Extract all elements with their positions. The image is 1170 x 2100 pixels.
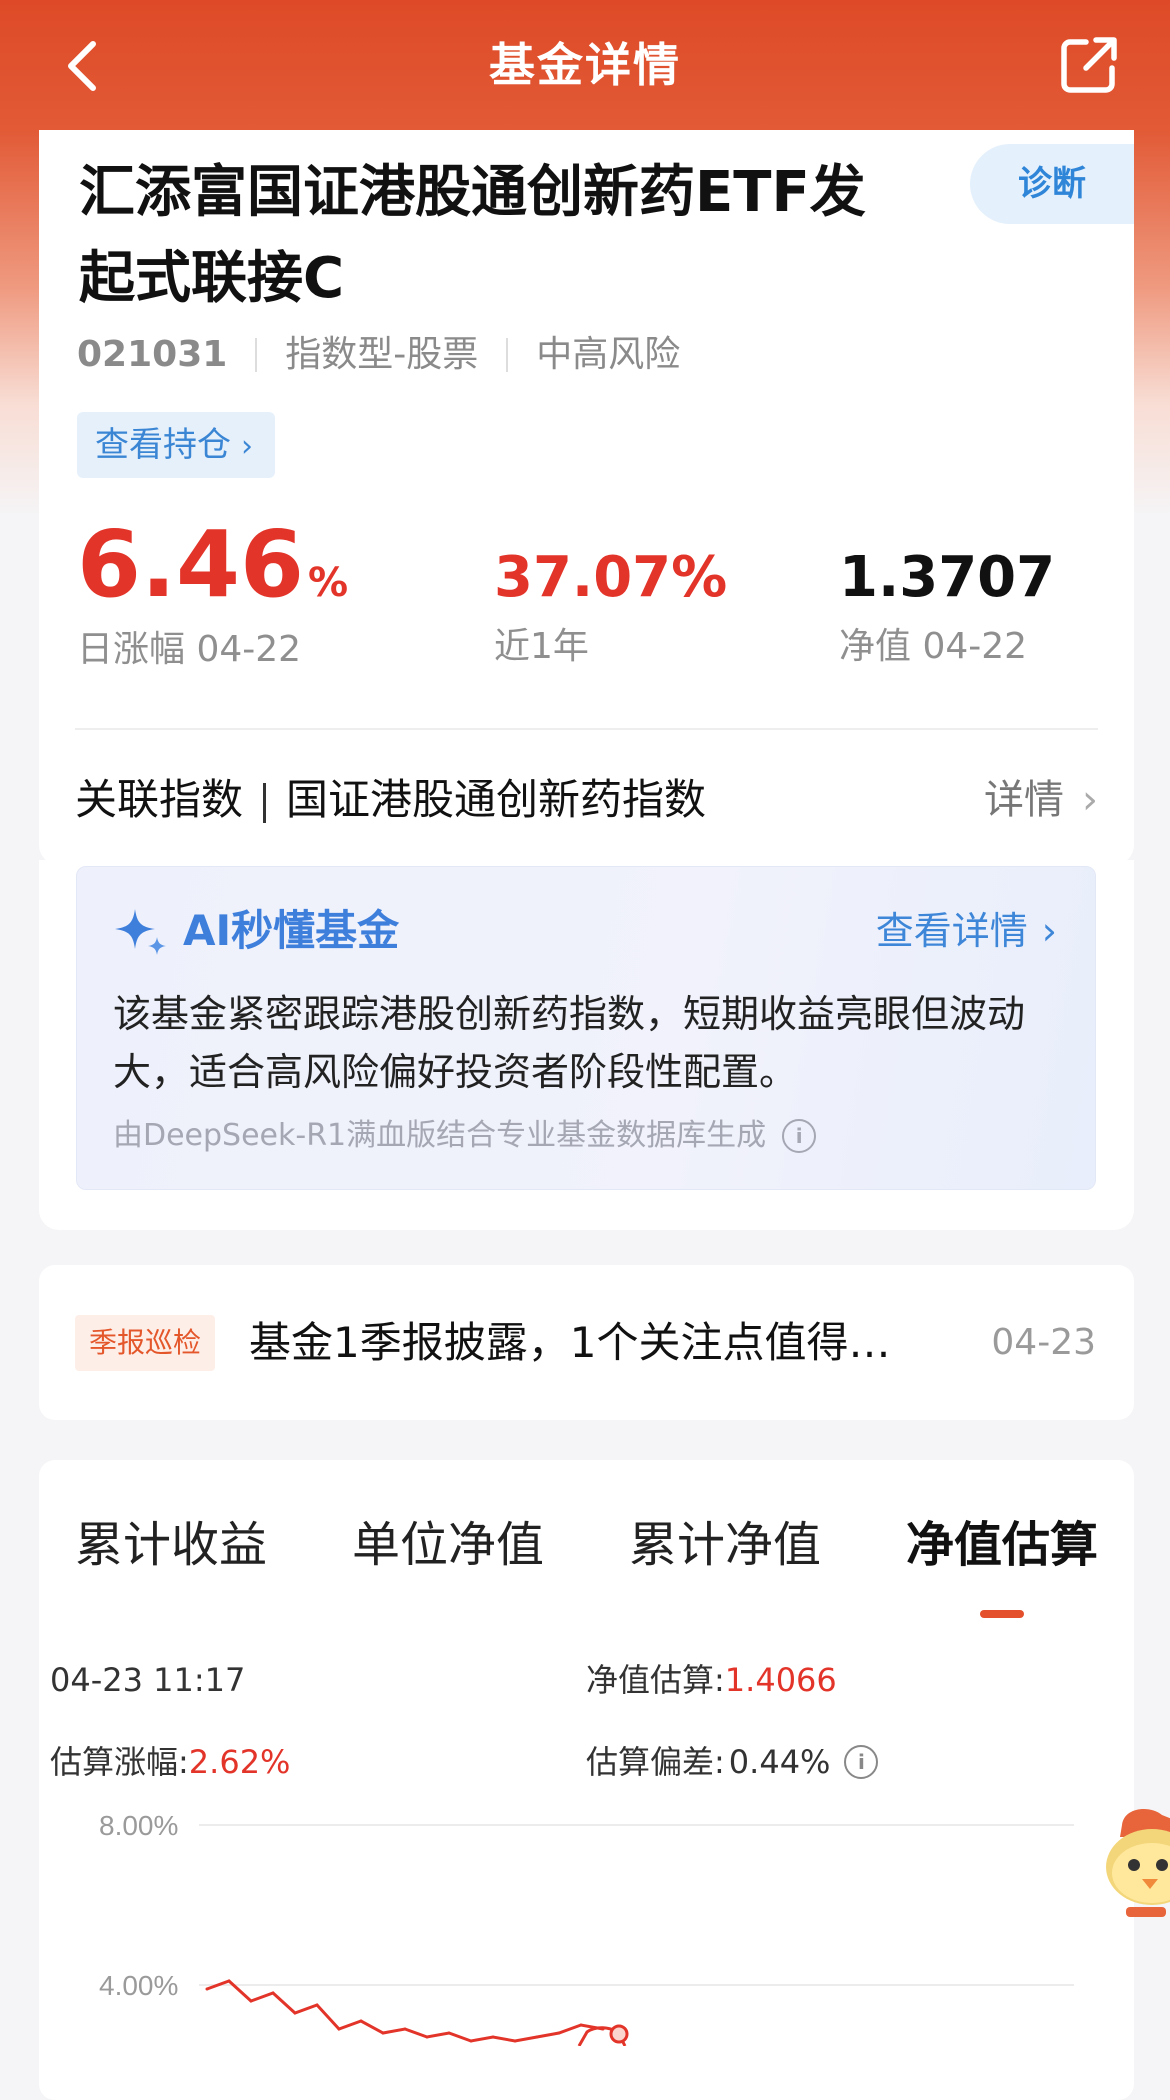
tab-cumulative-nav[interactable]: 累计净值 (629, 1500, 821, 1620)
ai-source-text: 由DeepSeek-R1满血版结合专业基金数据库生成 (113, 1118, 767, 1153)
fund-meta: 021031 指数型-股票 中高风险 (77, 330, 680, 380)
info-icon[interactable]: i (844, 1745, 879, 1779)
ai-view-details-label: 查看详情 (875, 909, 1028, 953)
data-point (293, 2011, 297, 2015)
ai-summary-text: 该基金紧密跟踪港股创新药指数，短期收益亮眼但波动大，适合高风险偏好投资者阶段性配… (113, 992, 1026, 1094)
fund-code: 021031 (77, 334, 228, 375)
y-tick-label: 8.00% (99, 1810, 178, 1841)
view-holdings-button[interactable]: 查看持仓 › (77, 412, 275, 478)
estimate-deviation: 估算偏差: 0.44% i (586, 1737, 879, 1787)
data-point (425, 2035, 429, 2039)
page-title: 基金详情 (489, 38, 681, 92)
meta-divider (255, 338, 258, 372)
fund-name-line2: 起式联接C (79, 246, 345, 311)
data-point (337, 2027, 341, 2031)
estimate-change-value: 2.62% (188, 1743, 291, 1781)
meta-divider (506, 338, 509, 372)
data-point (249, 1999, 253, 2003)
data-point (469, 2039, 473, 2043)
year-return-value: 37.07% (494, 545, 728, 610)
active-tab-indicator (979, 1610, 1024, 1618)
ai-source-note: 由DeepSeek-R1满血版结合专业基金数据库生成 i (113, 1111, 817, 1161)
report-tag: 季报巡检 (75, 1315, 216, 1371)
view-holdings-label: 查看持仓 (95, 425, 231, 465)
series-line (206, 1979, 604, 2043)
chevron-right-icon: › (241, 429, 253, 464)
mascot-icon (1106, 1809, 1170, 1917)
data-point (227, 1979, 231, 1983)
estimate-change-label: 估算涨幅: (50, 1743, 189, 1781)
estimate-change: 估算涨幅:2.62% (50, 1737, 290, 1787)
top-navigation-bar: 基金详情 (0, 0, 1170, 130)
info-icon[interactable]: i (782, 1119, 817, 1153)
divider (75, 728, 1098, 730)
details-label: 详情 (984, 777, 1064, 823)
year-return-label: 近1年 (494, 626, 589, 667)
nav-value: 1.3707 (839, 545, 1056, 610)
estimate-deviation-value: 0.44% (728, 1743, 831, 1781)
nav-stat: 1.3707 净值 04-22 (839, 540, 1055, 672)
related-index-label: 关联指数 (75, 775, 244, 824)
related-index-details-link[interactable]: 详情 › (984, 750, 1098, 850)
sparkle-icon (115, 909, 166, 955)
data-point (535, 2035, 539, 2039)
share-button[interactable] (1056, 32, 1122, 98)
data-point (513, 2039, 517, 2043)
quarterly-report-card[interactable]: 季报巡检 基金1季报披露，1个关注点值得… 04-23 (39, 1265, 1134, 1420)
tab-unit-nav[interactable]: 单位净值 (352, 1500, 544, 1620)
estimate-deviation-label: 估算偏差: (586, 1743, 725, 1781)
diagnose-button[interactable]: 诊断 (970, 144, 1134, 224)
estimate-time: 04-23 11:17 (50, 1661, 246, 1699)
ai-title: AI秒懂基金 (113, 901, 399, 961)
related-index-row[interactable]: 关联指数 国证港股通创新药指数 详情 › (75, 750, 1098, 850)
data-point (403, 2027, 407, 2031)
daily-change-stat: 6.46% 日涨幅 04-22 (77, 515, 348, 675)
nav-estimate-chart: 8.00% 4.00% (99, 1810, 1074, 2046)
ai-title-text: AI秒懂基金 (183, 906, 400, 955)
data-point (579, 2023, 583, 2027)
report-date: 04-23 (991, 1322, 1096, 1363)
chart-tabs: 累计收益 单位净值 累计净值 净值估算 (75, 1500, 1098, 1620)
nav-estimate-value: 1.4066 (724, 1661, 837, 1699)
data-point (491, 2035, 495, 2039)
fund-name-line1: 汇添富国证港股通创新药ETF发 (79, 160, 866, 225)
report-headline[interactable]: 基金1季报披露，1个关注点值得… (249, 1305, 979, 1381)
fund-type: 指数型-股票 (285, 334, 479, 375)
year-return-stat: 37.07% 近1年 (494, 540, 727, 672)
assistant-mascot[interactable] (1092, 1795, 1170, 1925)
daily-change-value: 6.46 (77, 511, 304, 618)
nav-estimate: 净值估算:1.4066 (586, 1655, 837, 1705)
chevron-right-icon: › (1041, 909, 1057, 953)
data-point (315, 2003, 319, 2007)
data-point (205, 1987, 209, 1991)
tab-nav-estimate[interactable]: 净值估算 (906, 1500, 1098, 1620)
data-point (359, 2019, 363, 2023)
related-index-name: 国证港股通创新药指数 (286, 775, 707, 824)
share-icon (1061, 37, 1117, 93)
nav-estimate-label: 净值估算: (586, 1661, 725, 1699)
fund-name: 汇添富国证港股通创新药ETF发 起式联接C (79, 150, 949, 322)
fund-risk: 中高风险 (536, 334, 681, 375)
data-point (271, 1991, 275, 1995)
fund-summary-card: 汇添富国证港股通创新药ETF发 起式联接C 诊断 021031 指数型-股票 中… (39, 130, 1134, 865)
nav-label: 净值 04-22 (839, 626, 1028, 667)
data-point (447, 2031, 451, 2035)
ai-view-details-link[interactable]: 查看详情 › (876, 901, 1057, 961)
index-separator (263, 782, 267, 823)
tab-cumulative-return[interactable]: 累计收益 (75, 1500, 267, 1620)
y-tick-label: 4.00% (99, 1970, 178, 2001)
ai-summary-box: AI秒懂基金 查看详情 › 该基金紧密跟踪港股创新药指数，短期收益亮眼但波动大，适… (76, 866, 1096, 1190)
current-point-marker (609, 2024, 629, 2044)
tab-nav-estimate-label: 净值估算 (905, 1517, 1098, 1573)
daily-change-unit: % (308, 560, 349, 606)
data-point (381, 2031, 385, 2035)
chevron-right-icon: › (1082, 777, 1098, 823)
data-point (557, 2031, 561, 2035)
